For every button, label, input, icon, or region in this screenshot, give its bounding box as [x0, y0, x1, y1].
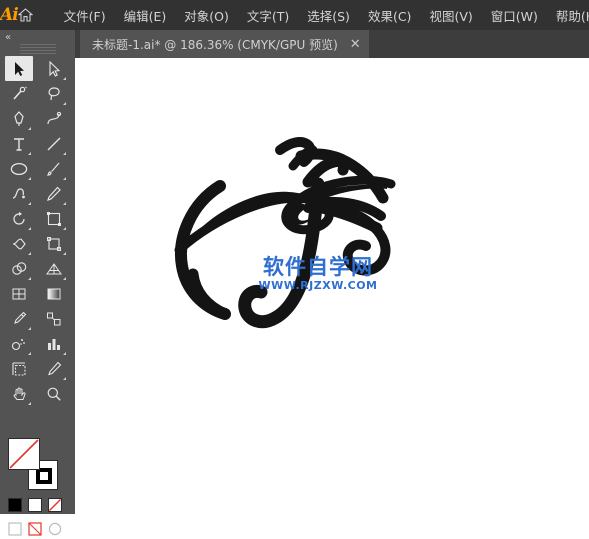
gradient-swatch-button[interactable] [28, 498, 42, 512]
tool-flyout-indicator [63, 152, 66, 155]
curvature-tool[interactable] [40, 106, 68, 131]
watermark-main-text: 软件自学网 [263, 255, 373, 279]
fill-stroke-controls [8, 438, 66, 490]
menu-view[interactable]: 视图(V) [420, 2, 481, 29]
color-mode-buttons [8, 498, 70, 512]
mesh-tool[interactable] [5, 281, 33, 306]
artboard-canvas[interactable]: 软件自学网 WWW.RJZXW.COM [75, 58, 589, 514]
screen-mode-button[interactable] [48, 522, 62, 536]
tool-flyout-indicator [28, 352, 31, 355]
tool-flyout-indicator [63, 377, 66, 380]
menu-items: 文件(F) 编辑(E) 对象(O) 文字(T) 选择(S) 效果(C) 视图(V… [55, 2, 589, 29]
perspective-grid-tool[interactable] [40, 256, 68, 281]
tool-flyout-indicator [28, 252, 31, 255]
gradient-tool[interactable] [40, 281, 68, 306]
tool-flyout-indicator [28, 402, 31, 405]
watermark: 软件自学网 WWW.RJZXW.COM [238, 255, 398, 293]
tool-flyout-indicator [28, 227, 31, 230]
drawing-mode-normal[interactable] [8, 522, 22, 536]
tools-panel: « [0, 30, 76, 536]
menu-effect[interactable]: 效果(C) [359, 2, 420, 29]
menu-select[interactable]: 选择(S) [298, 2, 359, 29]
document-tab-label: 未标题-1.ai* @ 186.36% (CMYK/GPU 预览) [92, 37, 338, 52]
pencil-tool[interactable] [40, 181, 68, 206]
menu-object[interactable]: 对象(O) [175, 2, 238, 29]
lasso-tool[interactable] [40, 81, 68, 106]
tool-flyout-indicator [63, 352, 66, 355]
none-indicator-icon [9, 439, 41, 471]
tool-flyout-indicator [28, 327, 31, 330]
tool-flyout-indicator [28, 202, 31, 205]
tool-grid [1, 56, 75, 406]
selection-tool[interactable] [5, 56, 33, 81]
menu-type[interactable]: 文字(T) [238, 2, 298, 29]
close-icon[interactable]: ✕ [350, 38, 361, 51]
hand-tool[interactable] [5, 381, 33, 406]
document-tab-bar: 未标题-1.ai* @ 186.36% (CMYK/GPU 预览) ✕ [75, 30, 589, 59]
slice-tool[interactable] [40, 356, 68, 381]
collapse-panel-button[interactable]: « [0, 30, 75, 44]
tool-flyout-indicator [63, 202, 66, 205]
free-transform-tool[interactable] [40, 231, 68, 256]
ellipse-tool[interactable] [5, 156, 33, 181]
tool-flyout-indicator [63, 77, 66, 80]
none-swatch-button[interactable] [48, 498, 62, 512]
stroke-swatch-hole [40, 472, 48, 480]
tool-flyout-indicator [63, 277, 66, 280]
column-graph-tool[interactable] [40, 331, 68, 356]
tool-flyout-indicator [63, 177, 66, 180]
panel-drag-handle[interactable] [19, 44, 56, 54]
blend-tool[interactable] [40, 306, 68, 331]
color-swatch-button[interactable] [8, 498, 22, 512]
shaper-tool[interactable] [5, 181, 33, 206]
menu-window[interactable]: 窗口(W) [482, 2, 547, 29]
pen-tool[interactable] [5, 106, 33, 131]
type-tool[interactable] [5, 131, 33, 156]
menu-edit[interactable]: 编辑(E) [115, 2, 176, 29]
shape-builder-tool[interactable] [5, 256, 33, 281]
width-tool[interactable] [5, 231, 33, 256]
symbol-sprayer-tool[interactable] [5, 331, 33, 356]
menu-help[interactable]: 帮助(H) [547, 2, 589, 29]
zoom-tool[interactable] [40, 381, 68, 406]
eyedropper-tool[interactable] [5, 306, 33, 331]
illustrator-window: Ai 文件(F) 编辑(E) 对象(O) 文字(T) 选择(S) 效果(C) 视… [0, 0, 589, 536]
paintbrush-tool[interactable] [40, 156, 68, 181]
home-icon[interactable] [17, 0, 33, 30]
app-logo-icon: Ai [0, 5, 19, 25]
document-tab[interactable]: 未标题-1.ai* @ 186.36% (CMYK/GPU 预览) ✕ [80, 30, 369, 58]
menu-file[interactable]: 文件(F) [55, 2, 115, 29]
fill-swatch[interactable] [8, 438, 40, 470]
magic-wand-tool[interactable] [5, 81, 33, 106]
tool-flyout-indicator [63, 227, 66, 230]
line-segment-tool[interactable] [40, 131, 68, 156]
artboard-tool[interactable] [5, 356, 33, 381]
menu-bar: Ai 文件(F) 编辑(E) 对象(O) 文字(T) 选择(S) 效果(C) 视… [0, 0, 589, 30]
tool-flyout-indicator [28, 177, 31, 180]
tool-flyout-indicator [63, 252, 66, 255]
rotate-tool[interactable] [5, 206, 33, 231]
tool-flyout-indicator [63, 102, 66, 105]
direct-selection-tool[interactable] [40, 56, 68, 81]
drawing-screen-mode-buttons [8, 522, 70, 536]
watermark-sub-text: WWW.RJZXW.COM [258, 279, 378, 292]
tool-flyout-indicator [28, 152, 31, 155]
scale-tool[interactable] [40, 206, 68, 231]
tool-flyout-indicator [28, 277, 31, 280]
tool-flyout-indicator [28, 127, 31, 130]
drawing-mode-behind[interactable] [28, 522, 42, 536]
